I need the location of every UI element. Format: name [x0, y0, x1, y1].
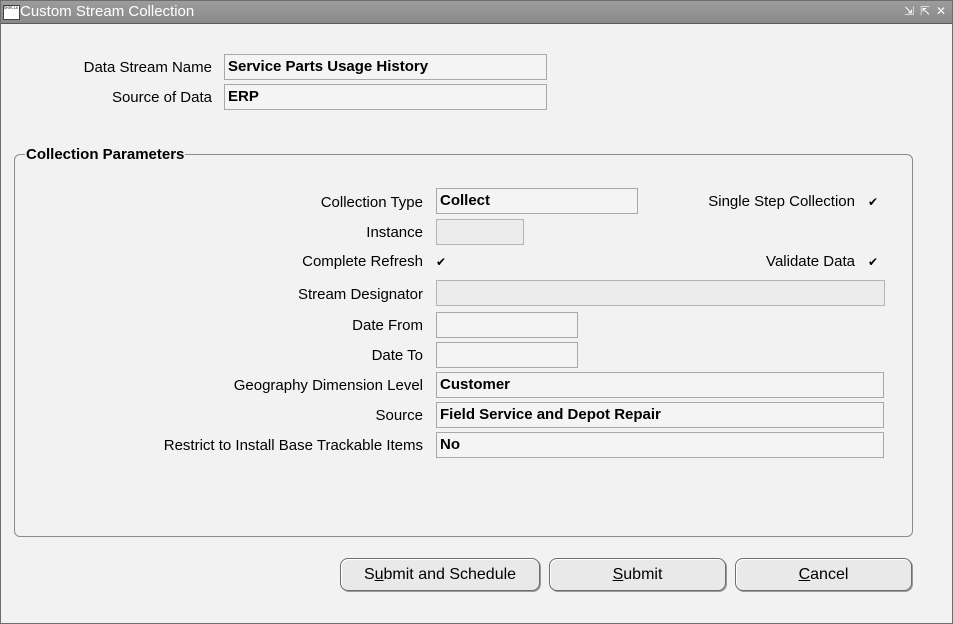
submit-schedule-mnemonic: u: [374, 566, 384, 583]
close-icon[interactable]: ✕: [935, 3, 947, 19]
submit-schedule-label-pre: S: [363, 566, 375, 583]
date-to-label: Date To: [371, 347, 423, 364]
complete-refresh-label: Complete Refresh: [302, 253, 423, 270]
single-step-collection-label: Single Step Collection: [708, 193, 855, 210]
restrict-trackable-items-label: Restrict to Install Base Trackable Items: [163, 437, 423, 454]
validate-data-label: Validate Data: [766, 253, 855, 270]
source-of-data-label: Source of Data: [111, 89, 212, 106]
date-from-field[interactable]: [436, 312, 578, 338]
submit-schedule-label-post: bmit and Schedule: [383, 566, 517, 583]
app-icon-text: ORACLE: [4, 5, 19, 10]
submit-mnemonic: S: [612, 566, 624, 583]
collection-parameters-title: Collection Parameters: [25, 146, 186, 164]
window-title: Custom Stream Collection: [20, 3, 195, 20]
cancel-label-post: ancel: [810, 566, 849, 583]
submit-button[interactable]: Submit: [549, 558, 726, 591]
source-label: Source: [375, 407, 423, 424]
instance-label: Instance: [366, 224, 423, 241]
geography-dimension-level-field[interactable]: Customer: [436, 372, 884, 398]
validate-data-checkbox[interactable]: ✔: [867, 256, 879, 268]
source-field[interactable]: Field Service and Depot Repair: [436, 402, 884, 428]
source-of-data-field[interactable]: ERP: [224, 84, 547, 110]
submit-and-schedule-button[interactable]: Submit and Schedule: [340, 558, 540, 591]
custom-stream-collection-window: ORACLE Custom Stream Collection ⇲ ⇱ ✕ Da…: [0, 0, 953, 624]
stream-designator-field[interactable]: [436, 280, 885, 306]
oracle-app-icon: ORACLE: [3, 5, 20, 20]
restrict-trackable-items-field[interactable]: No: [436, 432, 884, 458]
data-stream-name-label: Data Stream Name: [83, 59, 212, 76]
complete-refresh-checkbox[interactable]: ✔: [435, 256, 447, 268]
data-stream-name-field[interactable]: Service Parts Usage History: [224, 54, 547, 80]
date-from-label: Date From: [352, 317, 423, 334]
cancel-button[interactable]: Cancel: [735, 558, 912, 591]
single-step-collection-checkbox[interactable]: ✔: [867, 196, 879, 208]
instance-field[interactable]: [436, 219, 524, 245]
date-to-field[interactable]: [436, 342, 578, 368]
minimize-icon[interactable]: ⇲: [903, 3, 915, 19]
collection-type-label: Collection Type: [320, 194, 423, 211]
maximize-icon[interactable]: ⇱: [919, 3, 931, 19]
stream-designator-label: Stream Designator: [297, 286, 423, 303]
submit-label-post: ubmit: [623, 566, 663, 583]
collection-type-field[interactable]: Collect: [436, 188, 638, 214]
geography-dimension-level-label: Geography Dimension Level: [233, 377, 423, 394]
title-bar[interactable]: ORACLE Custom Stream Collection ⇲ ⇱ ✕: [1, 1, 952, 24]
cancel-mnemonic: C: [798, 566, 811, 583]
